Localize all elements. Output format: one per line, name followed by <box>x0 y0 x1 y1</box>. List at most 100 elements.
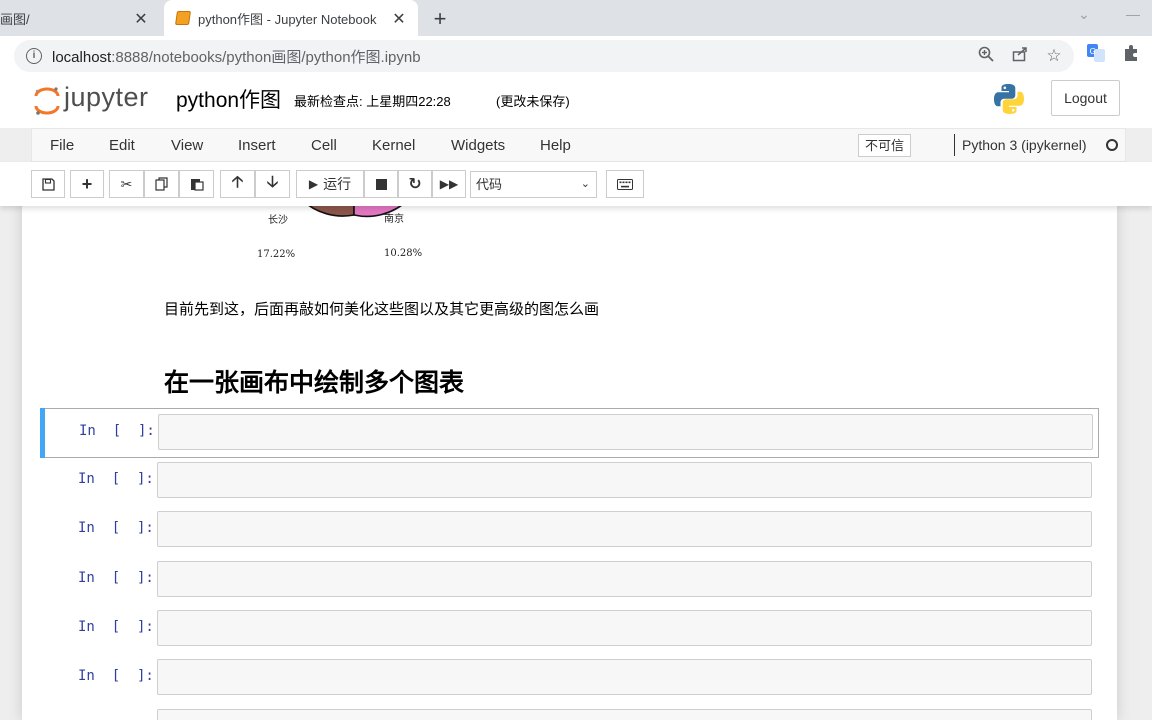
pie-label-changsha: 长沙 <box>268 215 288 226</box>
kernel-idle-indicator-icon <box>1106 139 1118 151</box>
insert-cell-button[interactable]: + <box>70 170 104 198</box>
close-tab-icon[interactable]: ✕ <box>132 9 150 29</box>
python-logo-icon <box>992 82 1026 121</box>
markdown-text: 目前先到这，后面再敲如何美化这些图以及其它更高级的图怎么画 <box>164 301 600 318</box>
run-button-label: 运行 <box>323 176 352 192</box>
save-button[interactable] <box>31 170 65 198</box>
url-text[interactable]: localhost:8888/notebooks/python画图/python… <box>52 46 421 67</box>
code-input[interactable] <box>157 709 1092 720</box>
logout-button[interactable]: Logout <box>1051 80 1120 116</box>
plus-icon: + <box>81 173 93 194</box>
kernel-name[interactable]: Python 3 (ipykernel) <box>962 137 1087 153</box>
code-cell-partial[interactable] <box>40 704 1099 720</box>
menu-kernel[interactable]: Kernel <box>372 137 415 154</box>
code-cell[interactable]: In [ ]: <box>40 654 1099 704</box>
code-cell[interactable]: In [ ]: <box>40 506 1099 556</box>
markdown-heading: 在一张画布中绘制多个图表 <box>164 369 465 397</box>
menu-help[interactable]: Help <box>540 137 571 154</box>
code-input[interactable] <box>158 414 1093 450</box>
svg-text:G: G <box>1090 47 1096 56</box>
cut-button[interactable]: ✂ <box>109 170 144 198</box>
input-prompt: In [ ]: <box>78 619 154 635</box>
move-down-button[interactable]: 🡣 <box>255 170 290 198</box>
paste-icon <box>190 179 204 191</box>
run-button[interactable]: ▶ 运行 <box>296 170 364 198</box>
interrupt-kernel-button[interactable] <box>364 170 398 198</box>
input-prompt: In [ ]: <box>78 570 154 586</box>
paste-button[interactable] <box>179 170 214 198</box>
tab-title: 画图/ <box>0 11 30 27</box>
scissors-icon: ✂ <box>120 175 133 192</box>
copy-button[interactable] <box>144 170 179 198</box>
pie-label-nanjing: 南京 <box>384 214 404 225</box>
star-icon[interactable]: ☆ <box>1044 46 1064 66</box>
jupyter-logo-icon <box>34 85 60 115</box>
browser-tabstrip: 画图/ ✕ python作图 - Jupyter Notebook ✕ + ⌄ … <box>0 0 1152 36</box>
code-input[interactable] <box>157 462 1092 498</box>
pie-chart-fragment: 长沙 南京 17.22% 10.28% <box>252 200 472 270</box>
code-cell[interactable]: In [ ]: <box>40 605 1099 655</box>
menu-edit[interactable]: Edit <box>109 137 135 154</box>
browser-tab-inactive[interactable]: 画图/ ✕ <box>0 0 160 36</box>
command-palette-button[interactable] <box>606 170 644 198</box>
input-prompt: In [ ]: <box>78 668 154 684</box>
notebook-name[interactable]: python作图 <box>176 84 281 114</box>
fast-forward-icon: ▶▶ <box>439 177 459 191</box>
browser-tab-active[interactable]: python作图 - Jupyter Notebook ✕ <box>164 0 418 36</box>
code-input[interactable] <box>157 610 1092 646</box>
kernel-separator <box>954 134 955 156</box>
restart-run-all-button[interactable]: ▶▶ <box>432 170 466 198</box>
menu-insert[interactable]: Insert <box>238 137 276 154</box>
notebook-container: 长沙 南京 17.22% 10.28% 目前先到这，后面再敲如何美化这些图以及其… <box>22 200 1117 720</box>
translate-icon[interactable]: G <box>1086 44 1106 67</box>
menu-view[interactable]: View <box>171 137 203 154</box>
omnibox[interactable]: i localhost:8888/notebooks/python画图/pyth… <box>14 40 1074 72</box>
info-icon[interactable]: i <box>26 48 42 64</box>
input-prompt: In [ ]: <box>78 520 154 536</box>
cell-type-select[interactable]: 代码 ⌄ <box>470 171 597 198</box>
url-path: :8888/notebooks/python画图/python作图.ipynb <box>111 48 421 66</box>
pie-pct-changsha: 17.22% <box>257 249 296 260</box>
menu-cell[interactable]: Cell <box>311 137 337 154</box>
jupyter-logo[interactable]: jupyter <box>34 82 149 115</box>
address-bar: i localhost:8888/notebooks/python画图/pyth… <box>0 36 1152 76</box>
chevron-down-icon: ⌄ <box>580 178 590 190</box>
extensions-icon[interactable] <box>1121 44 1141 67</box>
checkpoint-status: 最新检查点: 上星期四22:28 <box>294 94 451 109</box>
play-icon: ▶ <box>308 177 319 191</box>
stop-icon <box>375 178 387 190</box>
zoom-icon[interactable] <box>976 46 996 67</box>
close-tab-icon[interactable]: ✕ <box>390 9 408 29</box>
copy-icon <box>154 177 168 191</box>
menu-file[interactable]: File <box>50 137 74 154</box>
tab-search-chevron-icon[interactable]: ⌄ <box>1078 6 1090 23</box>
arrow-up-icon: 🡡 <box>231 173 244 191</box>
menu-widgets[interactable]: Widgets <box>451 137 505 154</box>
code-cell[interactable]: In [ ]: <box>40 556 1099 606</box>
selected-cell-indicator <box>40 408 45 458</box>
notebook-favicon-icon <box>175 11 191 25</box>
code-input[interactable] <box>157 511 1092 547</box>
code-cell[interactable]: In [ ]: <box>40 408 1099 458</box>
cell-type-value: 代码 <box>476 177 503 192</box>
code-input[interactable] <box>157 561 1092 597</box>
tab-title: python作图 - Jupyter Notebook <box>198 11 377 27</box>
restart-icon: ↻ <box>408 176 422 193</box>
autosave-status: (更改未保存) <box>496 94 570 109</box>
arrow-down-icon: 🡣 <box>266 173 279 191</box>
minimize-icon[interactable]: — <box>1126 6 1140 22</box>
keyboard-icon <box>617 178 633 190</box>
share-icon[interactable] <box>1010 46 1030 67</box>
move-up-button[interactable]: 🡡 <box>220 170 255 198</box>
restart-kernel-button[interactable]: ↻ <box>398 170 432 198</box>
new-tab-icon[interactable]: + <box>428 6 452 32</box>
save-icon <box>41 177 55 191</box>
code-input[interactable] <box>157 659 1092 695</box>
notebook-toolbar: + ✂ 🡡 🡣 ▶ 运行 ↻ ▶▶ 代码 ⌄ <box>0 162 1152 206</box>
url-host: localhost <box>52 48 112 66</box>
jupyter-header: jupyter python作图 最新检查点: 上星期四22:28 (更改未保存… <box>0 76 1152 128</box>
input-prompt: In [ ]: <box>78 471 154 487</box>
trust-notebook-button[interactable]: 不可信 <box>858 134 912 157</box>
code-cell[interactable]: In [ ]: <box>40 457 1099 507</box>
menubar: File Edit View Insert Cell Kernel Widget… <box>31 128 1126 162</box>
